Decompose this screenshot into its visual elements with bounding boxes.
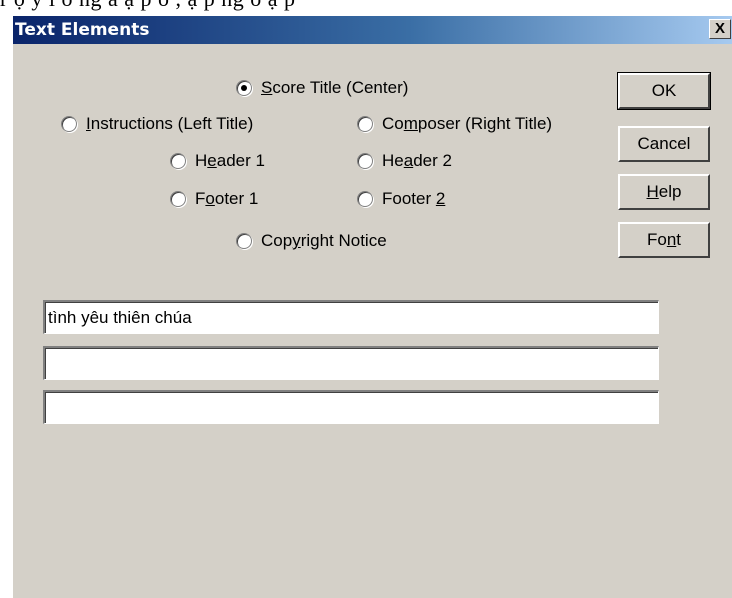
radio-label-header-1: Header 1 bbox=[195, 151, 265, 170]
text-line-2-input[interactable] bbox=[43, 346, 659, 380]
radio-label-copyright: Copyright Notice bbox=[261, 231, 387, 250]
text-line-1-input[interactable] bbox=[43, 300, 659, 334]
radio-indicator-icon bbox=[236, 80, 252, 96]
radio-score-title[interactable]: Score Title (Center) bbox=[236, 77, 408, 99]
radio-label-footer-2: Footer 2 bbox=[382, 189, 446, 208]
radio-label-footer-1: Footer 1 bbox=[195, 189, 259, 208]
background-text-fragment: r ộ y i ố ng ắ ạ p ố , ạ p ng ố ạ p bbox=[0, 0, 296, 12]
background-document-strip: r ộ y i ố ng ắ ạ p ố , ạ p ng ố ạ p bbox=[0, 0, 732, 16]
radio-indicator-icon bbox=[357, 153, 373, 169]
font-button[interactable]: Font bbox=[618, 222, 710, 258]
help-button[interactable]: Help bbox=[618, 174, 710, 210]
radio-footer-1[interactable]: Footer 1 bbox=[170, 188, 258, 210]
dialog-title: Text Elements bbox=[15, 20, 150, 40]
close-icon: X bbox=[714, 20, 725, 37]
title-bar: Text Elements X bbox=[13, 16, 732, 44]
radio-header-2[interactable]: Header 2 bbox=[357, 150, 452, 172]
text-line-3-input[interactable] bbox=[43, 390, 659, 424]
text-elements-dialog: Text Elements X Score Title (Center) Ins… bbox=[12, 16, 732, 598]
radio-label-score-title: Score Title (Center) bbox=[261, 78, 409, 97]
radio-indicator-icon bbox=[61, 116, 77, 132]
radio-composer[interactable]: Composer (Right Title) bbox=[357, 113, 552, 135]
radio-instructions[interactable]: Instructions (Left Title) bbox=[61, 113, 253, 135]
radio-header-1[interactable]: Header 1 bbox=[170, 150, 265, 172]
radio-label-header-2: Header 2 bbox=[382, 151, 452, 170]
radio-indicator-icon bbox=[236, 233, 252, 249]
ok-button[interactable]: OK bbox=[617, 72, 711, 110]
close-button[interactable]: X bbox=[709, 19, 731, 39]
radio-label-composer: Composer (Right Title) bbox=[382, 114, 553, 133]
radio-footer-2[interactable]: Footer 2 bbox=[357, 188, 445, 210]
cancel-button[interactable]: Cancel bbox=[618, 126, 710, 162]
radio-indicator-icon bbox=[170, 153, 186, 169]
radio-indicator-icon bbox=[170, 191, 186, 207]
radio-indicator-icon bbox=[357, 191, 373, 207]
radio-indicator-icon bbox=[357, 116, 373, 132]
radio-copyright[interactable]: Copyright Notice bbox=[236, 230, 387, 252]
radio-label-instructions: Instructions (Left Title) bbox=[86, 114, 254, 133]
